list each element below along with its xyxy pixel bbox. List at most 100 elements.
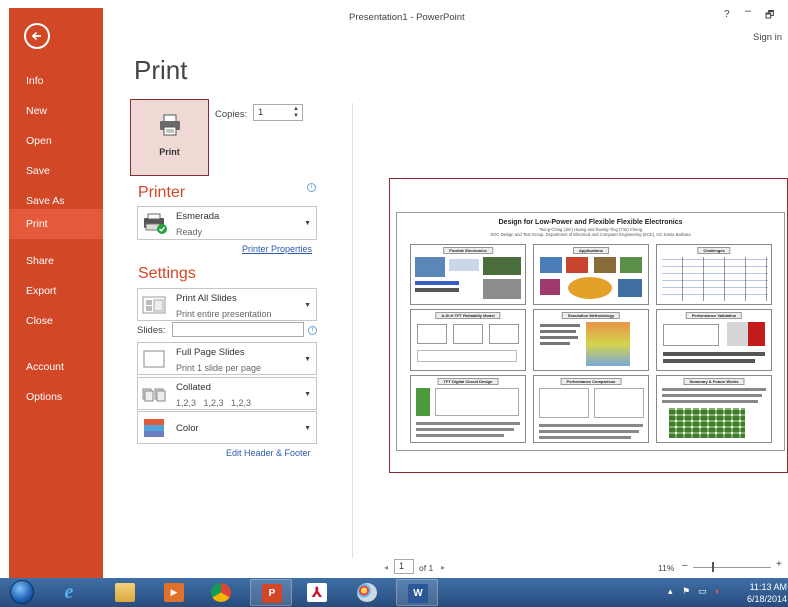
print-range-select[interactable]: Print All Slides Print entire presentati… [137,288,317,321]
poster-panel: Performance Validation [656,309,772,371]
help-button[interactable]: ? [724,9,730,20]
panel-title: Simulation Methodology [561,312,621,319]
panel-title: A-Si:H TFT Reliability Model [435,312,501,319]
clock-time[interactable]: 11:13 AM [743,582,787,592]
panel-title: Summary & Future Works [683,378,745,385]
chevron-down-icon: ▼ [304,390,311,398]
word-icon: W [408,584,428,603]
network-icon[interactable]: ▭ [698,586,707,597]
panel-title: Performance Comparison [560,378,622,385]
copies-stepper[interactable]: 1 ▲ ▼ [253,104,303,121]
settings-heading: Settings [138,265,196,282]
slides-info-icon[interactable]: i [308,326,317,335]
page-number-input[interactable]: 1 [394,559,414,574]
print-button-label: Print [159,147,180,157]
poster-panel: TFT Digital Circuit Design [410,375,526,443]
sidebar-item-info[interactable]: Info [9,67,103,95]
poster-group: SOC Design and Test Group, Department of… [490,232,691,237]
action-center-flag-icon[interactable]: ⚑ [682,586,690,597]
volume-icon[interactable]: ◖ [714,586,719,596]
windows-logo-icon [10,580,34,604]
layout-select[interactable]: Full Page Slides Print 1 slide per page … [137,342,317,375]
show-hidden-icons-icon[interactable]: ▴ [668,586,673,597]
collation-select[interactable]: Collated 1,2,3 1,2,3 1,2,3 ▼ [137,377,317,410]
previous-page-button[interactable]: ◂ [384,563,388,572]
taskbar-app-powerpoint[interactable]: P [250,579,292,606]
printer-info-icon[interactable]: i [307,183,316,192]
taskbar-app-file-explorer[interactable] [104,579,146,606]
print-range-sub: Print entire presentation [176,309,272,319]
sidebar-item-close[interactable]: Close [9,307,103,335]
poster-panel: Simulation Methodology [533,309,649,371]
slides-input[interactable] [172,322,304,337]
sidebar-item-share[interactable]: Share [9,247,103,275]
paint-icon [357,583,377,602]
color-swatch-icon [144,419,164,437]
sidebar-item-new[interactable]: New [9,97,103,125]
panel-title: Challenges [697,247,731,254]
slide-preview: Design for Low-Power and Flexible Flexib… [396,212,785,451]
start-button[interactable] [7,579,37,606]
page-title: Print [134,55,188,85]
page-count: of 1 [419,563,434,573]
copies-value: 1 [258,107,264,118]
layout-sub: Print 1 slide per page [176,363,262,373]
window-title: Presentation1 - PowerPoint [349,12,465,23]
color-select[interactable]: Color ▼ [137,411,317,444]
poster-panel: Flexible Electronics [410,244,526,305]
panel-title: Applications [572,247,610,254]
zoom-slider-track[interactable] [693,567,771,568]
taskbar-app-acrobat[interactable]: ⅄ [296,579,338,606]
taskbar-app-media-player[interactable]: ▶ [153,579,195,606]
minimize-button[interactable]: – [745,5,751,17]
media-player-icon: ▶ [164,583,184,602]
next-page-button[interactable]: ▸ [441,563,445,572]
layout-main: Full Page Slides [176,347,245,358]
print-button[interactable]: Print [130,99,209,176]
zoom-out-button[interactable]: – [682,560,688,571]
backstage-sidebar: Info New Open Save Save As Print Share E… [9,8,103,578]
printer-properties-link[interactable]: Printer Properties [242,244,312,254]
back-button[interactable] [24,23,50,49]
sidebar-item-open[interactable]: Open [9,127,103,155]
sidebar-item-options[interactable]: Options [9,383,103,411]
powerpoint-icon: P [262,584,282,603]
edit-header-footer-link[interactable]: Edit Header & Footer [226,448,311,458]
zoom-slider-thumb[interactable] [712,562,714,572]
chevron-down-icon: ▼ [304,220,311,227]
zoom-level[interactable]: 11% [658,563,674,573]
spin-arrows-icon[interactable]: ▲ ▼ [291,106,301,120]
printer-ready-icon [144,213,167,234]
folder-icon [115,583,135,602]
all-slides-icon [142,296,166,314]
poster-panel: Summary & Future Works [656,375,772,443]
slides-label: Slides: [137,325,166,336]
print-range-main: Print All Slides [176,293,237,304]
internet-explorer-icon: e [64,581,74,603]
printer-status: Ready [176,227,203,237]
clock-date[interactable]: 6/18/2014 [743,594,787,604]
restore-button[interactable]: 🗗 [765,8,774,25]
printer-name: Esmerada [176,211,220,222]
taskbar-app-word[interactable]: W [396,579,438,606]
panel-title: Performance Validation [685,312,743,319]
taskbar-app-paint[interactable] [346,579,388,606]
poster-panel: Applications [533,244,649,305]
taskbar-app-internet-explorer[interactable]: e [48,579,90,606]
sidebar-item-export[interactable]: Export [9,277,103,305]
chrome-icon [211,583,231,602]
acrobat-icon: ⅄ [307,583,327,602]
sign-in-link[interactable]: Sign in [753,32,782,43]
sidebar-item-save[interactable]: Save [9,157,103,185]
taskbar-app-chrome[interactable] [200,579,242,606]
collation-sub: 1,2,3 1,2,3 1,2,3 [176,398,252,408]
zoom-in-button[interactable]: + [776,559,782,570]
chevron-down-icon: ▼ [304,301,311,309]
poster-panel: Performance Comparison [533,375,649,443]
sidebar-item-account[interactable]: Account [9,353,103,381]
printer-select[interactable]: Esmerada Ready ▼ [137,206,317,240]
sidebar-item-print[interactable]: Print [9,209,103,239]
copies-label: Copies: [215,109,248,120]
panel-title: TFT Digital Circuit Design [437,378,499,385]
collation-main: Collated [176,382,211,393]
